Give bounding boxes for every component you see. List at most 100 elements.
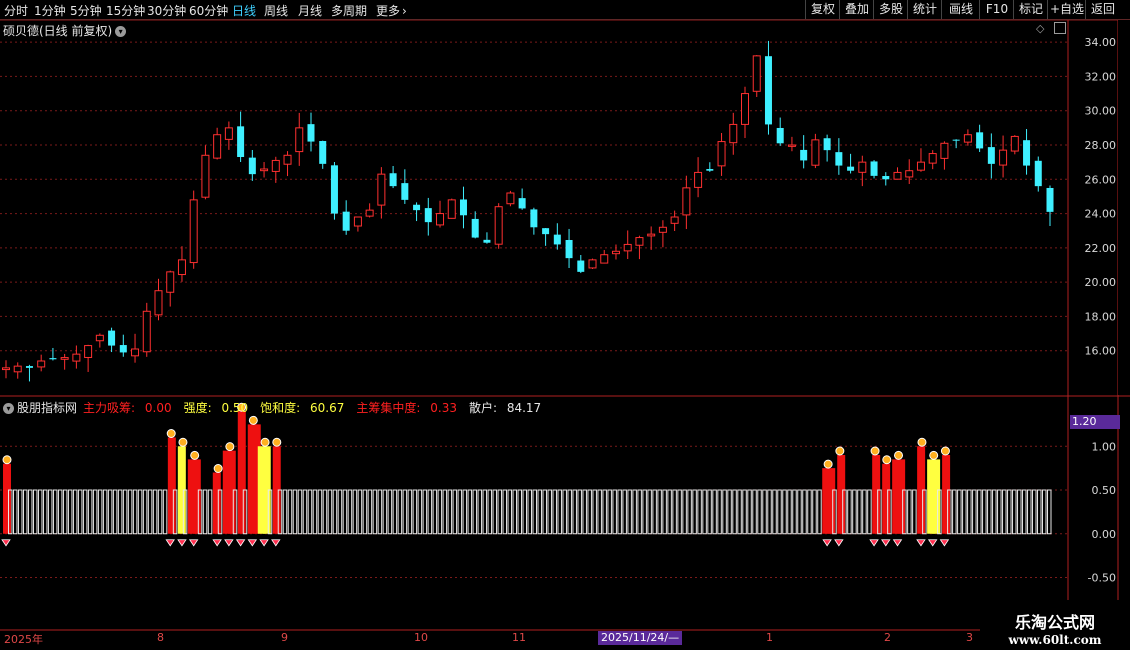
baseline-bar bbox=[682, 489, 687, 535]
field-label: 散户: bbox=[468, 401, 501, 415]
signal-bar bbox=[227, 450, 236, 534]
candle-body-up bbox=[72, 353, 81, 362]
baseline-bar bbox=[427, 489, 433, 535]
baseline-bar bbox=[352, 489, 358, 535]
baseline-bar bbox=[772, 489, 777, 535]
hand-pointer-icon bbox=[2, 455, 12, 465]
baseline-bar bbox=[67, 489, 73, 535]
candle-body-down bbox=[565, 240, 573, 259]
candle-body-down bbox=[518, 198, 526, 209]
candle-body-up bbox=[670, 216, 679, 224]
candle-body-up bbox=[283, 154, 292, 165]
gem-icon bbox=[834, 539, 844, 547]
baseline-bar bbox=[992, 489, 997, 535]
date-label-2: 2 bbox=[884, 631, 891, 644]
date-label-1: 1 bbox=[766, 631, 773, 644]
baseline-bar bbox=[742, 489, 747, 535]
gem-icon bbox=[212, 539, 222, 547]
signal-bar bbox=[932, 459, 941, 534]
gem-icon bbox=[177, 539, 187, 547]
side-panel-strip[interactable] bbox=[1118, 20, 1130, 395]
baseline-bar bbox=[572, 489, 577, 535]
baseline-bar bbox=[612, 489, 617, 535]
baseline-bar bbox=[457, 489, 463, 535]
baseline-bar bbox=[27, 489, 33, 535]
baseline-bar bbox=[857, 489, 862, 535]
candle-body-up bbox=[295, 127, 304, 153]
baseline-bar bbox=[22, 489, 28, 535]
candle-body-up bbox=[353, 216, 362, 227]
baseline-bar bbox=[57, 489, 63, 535]
gem-icon bbox=[235, 539, 246, 547]
candle-body-down bbox=[882, 176, 890, 180]
date-label-11: 11 bbox=[512, 631, 526, 644]
baseline-bar bbox=[477, 489, 483, 535]
signal-bar bbox=[872, 455, 881, 534]
date-label-8: 8 bbox=[157, 631, 164, 644]
candle-body-down bbox=[237, 126, 245, 157]
baseline-bar bbox=[757, 489, 762, 535]
indicator-tick-label: 0.50 bbox=[1092, 484, 1117, 497]
baseline-bar bbox=[462, 489, 468, 535]
candle-body-up bbox=[858, 161, 867, 173]
indicator-tick-label: 0.00 bbox=[1092, 528, 1117, 541]
chevron-down-icon[interactable]: ▾ bbox=[3, 403, 14, 414]
baseline-bar bbox=[312, 489, 318, 535]
baseline-bar bbox=[632, 489, 637, 535]
baseline-bar bbox=[562, 489, 567, 535]
baseline-bar bbox=[647, 489, 652, 535]
baseline-bar bbox=[762, 489, 767, 535]
hand-pointer-icon bbox=[166, 429, 176, 438]
baseline-bar bbox=[1002, 489, 1007, 535]
baseline-bar bbox=[677, 489, 682, 535]
baseline-bar bbox=[442, 489, 448, 535]
baseline-bar bbox=[852, 489, 857, 535]
kline-chart: 34.00 32.00 30.00 28.00 26.00 24.00 22.00 20.00… bbox=[0, 19, 1130, 631]
hand-pointer-icon bbox=[870, 446, 880, 456]
candle-body-down bbox=[776, 127, 784, 144]
baseline-bar bbox=[607, 489, 612, 535]
candle-body-up bbox=[377, 173, 386, 206]
baseline-bar bbox=[522, 489, 527, 535]
candle-body-down bbox=[459, 199, 467, 216]
gem-icon bbox=[881, 539, 891, 547]
date-label-2025: 2025年 bbox=[4, 633, 43, 646]
gem-icon bbox=[247, 539, 258, 547]
baseline-bar bbox=[382, 489, 388, 535]
baseline-bar bbox=[437, 489, 443, 535]
signal-bar bbox=[167, 437, 176, 534]
baseline-bar bbox=[507, 489, 513, 535]
candle-body-up bbox=[2, 367, 10, 371]
baseline-bar bbox=[807, 489, 812, 535]
baseline-bar bbox=[142, 489, 148, 535]
candle-body-up bbox=[224, 127, 233, 140]
candle-body-down bbox=[542, 228, 550, 235]
baseline-bar bbox=[37, 489, 43, 535]
baseline-bar bbox=[637, 489, 642, 535]
candle-body-up bbox=[623, 243, 632, 252]
candle-body-down bbox=[577, 260, 585, 272]
baseline-bar bbox=[412, 489, 418, 535]
date-label-9: 9 bbox=[281, 631, 288, 644]
field-value: 0.50 bbox=[221, 401, 249, 415]
baseline-bar bbox=[627, 489, 632, 535]
candle-body-up bbox=[84, 345, 93, 358]
baseline-bar bbox=[297, 489, 303, 535]
baseline-bar bbox=[907, 489, 912, 535]
candle-body-down bbox=[119, 345, 127, 353]
candle-body-up bbox=[13, 365, 22, 373]
signal-bar bbox=[237, 411, 246, 534]
candle-body-up bbox=[916, 161, 925, 171]
price-tick-label: 22.00 bbox=[1085, 242, 1117, 255]
candle-body-down bbox=[976, 132, 984, 149]
baseline-bar bbox=[997, 489, 1002, 535]
candle-body-down bbox=[800, 149, 808, 161]
candle-body-up bbox=[37, 360, 46, 368]
candle-body-down bbox=[847, 166, 855, 171]
baseline-bar bbox=[1012, 489, 1017, 535]
baseline-bar bbox=[137, 489, 143, 535]
candle-body-up bbox=[494, 206, 503, 245]
gem-icon bbox=[188, 539, 199, 547]
baseline-bar bbox=[107, 489, 113, 535]
baseline-bar bbox=[782, 489, 787, 535]
